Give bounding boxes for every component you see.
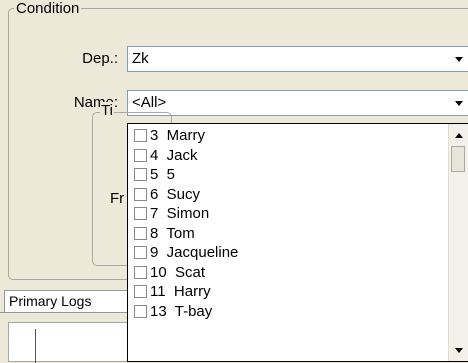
dep-label: Dep.: bbox=[82, 50, 118, 67]
checkbox[interactable] bbox=[134, 304, 147, 318]
scroll-up-icon[interactable] bbox=[449, 126, 468, 144]
list-item-label: 13 T-bay bbox=[150, 302, 213, 320]
checkbox[interactable] bbox=[134, 285, 147, 299]
dropdown-items: 3 Marry 4 Jack 5 5 6 Sucy 7 Simon 8 Tom … bbox=[128, 126, 448, 321]
list-item[interactable]: 10 Scat bbox=[128, 263, 448, 283]
list-item-label: 11 Harry bbox=[150, 283, 211, 301]
dropdown-scrollbar[interactable] bbox=[448, 124, 468, 361]
scroll-thumb[interactable] bbox=[451, 146, 465, 172]
name-dropdown-list[interactable]: 3 Marry 4 Jack 5 5 6 Sucy 7 Simon 8 Tom … bbox=[127, 123, 468, 362]
scroll-down-icon[interactable] bbox=[449, 341, 468, 359]
list-item[interactable]: 7 Simon bbox=[128, 204, 448, 224]
from-label: Fr bbox=[110, 190, 125, 207]
list-item-label: 3 Marry bbox=[150, 127, 206, 145]
checkbox[interactable] bbox=[134, 246, 147, 260]
dep-combobox[interactable]: Zk bbox=[127, 46, 468, 72]
list-item[interactable]: 3 Marry bbox=[128, 126, 448, 146]
checkbox[interactable] bbox=[134, 148, 147, 162]
chevron-down-icon[interactable] bbox=[450, 47, 468, 71]
checkbox[interactable] bbox=[134, 226, 147, 240]
list-item-label: 7 Simon bbox=[150, 205, 210, 223]
checkbox[interactable] bbox=[134, 265, 147, 279]
checkbox[interactable] bbox=[134, 187, 147, 201]
checkbox[interactable] bbox=[134, 168, 147, 182]
list-item-label: 6 Sucy bbox=[150, 185, 201, 203]
list-item[interactable]: 8 Tom bbox=[128, 224, 448, 244]
list-item[interactable]: 13 T-bay bbox=[128, 302, 448, 322]
list-item-label: 8 Tom bbox=[150, 224, 195, 242]
checkbox[interactable] bbox=[134, 129, 147, 143]
tab-primary-logs[interactable]: Primary Logs bbox=[4, 290, 130, 312]
lower-panel bbox=[8, 322, 130, 363]
dep-value: Zk bbox=[132, 50, 149, 67]
list-item[interactable]: 5 5 bbox=[128, 165, 448, 185]
list-item-label: 9 Jacqueline bbox=[150, 244, 239, 262]
list-item[interactable]: 6 Sucy bbox=[128, 185, 448, 205]
list-item-label: 4 Jack bbox=[150, 146, 198, 164]
list-item[interactable]: 4 Jack bbox=[128, 146, 448, 166]
list-item[interactable]: 11 Harry bbox=[128, 282, 448, 302]
list-item-label: 5 5 bbox=[150, 166, 176, 184]
chevron-down-icon[interactable] bbox=[450, 91, 468, 115]
condition-title: Condition bbox=[14, 0, 82, 18]
list-item-label: 10 Scat bbox=[150, 263, 206, 281]
name-combobox[interactable]: <All> bbox=[127, 90, 468, 116]
name-value: <All> bbox=[132, 94, 167, 111]
list-item[interactable]: 9 Jacqueline bbox=[128, 243, 448, 263]
checkbox[interactable] bbox=[134, 207, 147, 221]
time-group-title: Ti bbox=[100, 102, 114, 120]
